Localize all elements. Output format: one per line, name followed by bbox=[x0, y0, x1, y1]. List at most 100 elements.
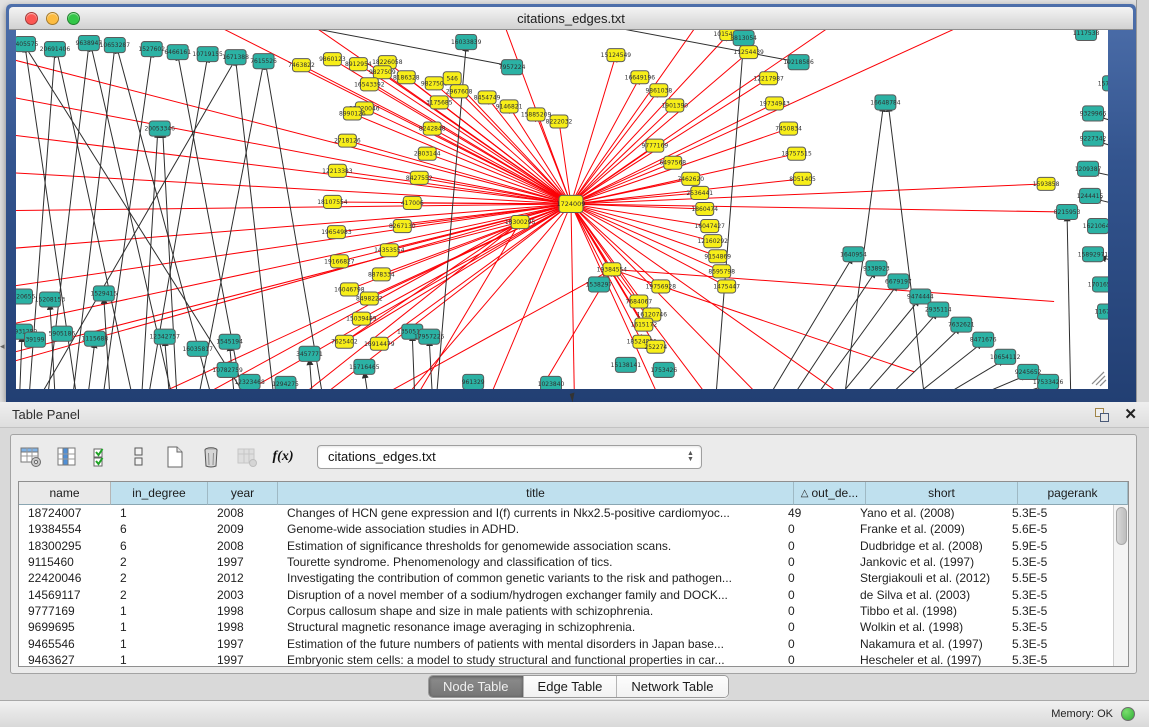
graph-node[interactable] bbox=[1088, 219, 1108, 234]
column-header-year[interactable]: year bbox=[208, 482, 278, 505]
graph-node[interactable] bbox=[78, 36, 99, 51]
table-row[interactable]: 946362711997Embryonic stem cells: a mode… bbox=[19, 652, 1113, 667]
graph-node[interactable] bbox=[691, 186, 709, 199]
network-canvas[interactable]: 9860123891295418226058982750981863281654… bbox=[16, 30, 1108, 389]
graph-node[interactable] bbox=[84, 331, 105, 346]
graph-node[interactable] bbox=[766, 97, 784, 110]
graph-node[interactable] bbox=[219, 334, 240, 349]
graph-node[interactable] bbox=[794, 172, 812, 185]
graph-node[interactable] bbox=[733, 31, 754, 46]
column-header-in-degree[interactable]: in_degree bbox=[111, 482, 208, 505]
graph-node[interactable] bbox=[354, 359, 375, 374]
close-panel-icon[interactable]: ✕ bbox=[1124, 405, 1137, 423]
graph-node[interactable] bbox=[607, 49, 625, 62]
table-mode-icon[interactable] bbox=[127, 444, 151, 470]
graph-node[interactable] bbox=[16, 289, 32, 304]
graph-node[interactable] bbox=[1083, 247, 1104, 262]
graph-node[interactable] bbox=[450, 85, 468, 98]
graph-node[interactable] bbox=[393, 220, 411, 233]
graph-node[interactable] bbox=[760, 72, 778, 85]
graph-node[interactable] bbox=[323, 195, 341, 208]
graph-node[interactable] bbox=[343, 107, 361, 120]
graph-node[interactable] bbox=[709, 250, 727, 263]
graph-node[interactable] bbox=[910, 289, 931, 304]
table-row[interactable]: 969969511998Structural magnetic resonanc… bbox=[19, 619, 1113, 635]
graph-node[interactable] bbox=[1038, 374, 1059, 389]
graph-node[interactable] bbox=[866, 261, 887, 276]
table-row[interactable]: 911546021997Tourette syndrome. Phenomeno… bbox=[19, 554, 1113, 570]
graph-node[interactable] bbox=[410, 171, 428, 184]
graph-node[interactable] bbox=[443, 72, 461, 85]
delete-column-icon[interactable] bbox=[199, 444, 223, 470]
graph-node[interactable] bbox=[187, 341, 208, 356]
graph-node[interactable] bbox=[682, 172, 700, 185]
graph-node[interactable] bbox=[788, 147, 806, 160]
graph-node[interactable] bbox=[478, 91, 496, 104]
graph-node[interactable] bbox=[370, 337, 388, 350]
network-view-window[interactable]: citations_edges.txt 98601238912954182260… bbox=[6, 4, 1136, 402]
graph-node[interactable] bbox=[502, 60, 523, 75]
graph-node[interactable] bbox=[275, 376, 296, 389]
column-visibility-icon[interactable] bbox=[55, 444, 79, 470]
graph-node[interactable] bbox=[372, 268, 390, 281]
graph-node[interactable] bbox=[788, 55, 809, 70]
table-row[interactable]: 1830029562008Estimation of significance … bbox=[19, 538, 1113, 554]
graph-node[interactable] bbox=[888, 274, 909, 289]
graph-node[interactable] bbox=[1083, 131, 1104, 146]
graph-node[interactable] bbox=[652, 280, 670, 293]
graph-node[interactable] bbox=[360, 292, 378, 305]
graph-node[interactable] bbox=[527, 108, 545, 121]
graph-node[interactable] bbox=[423, 122, 441, 135]
graph-node[interactable] bbox=[225, 50, 246, 65]
table-row[interactable]: 977716911998Corpus callosum shape and si… bbox=[19, 603, 1113, 619]
graph-node[interactable] bbox=[39, 292, 60, 307]
graph-node[interactable] bbox=[951, 317, 972, 332]
graph-node[interactable] bbox=[740, 46, 758, 59]
graph-node[interactable] bbox=[1093, 277, 1108, 292]
graph-node[interactable] bbox=[323, 53, 341, 66]
network-window-titlebar[interactable]: citations_edges.txt bbox=[9, 7, 1133, 30]
graph-node[interactable] bbox=[327, 226, 345, 239]
graph-node[interactable] bbox=[403, 196, 421, 209]
graph-node[interactable] bbox=[330, 255, 348, 268]
graph-node[interactable] bbox=[647, 340, 665, 353]
graph-node[interactable] bbox=[197, 47, 218, 62]
column-header-short[interactable]: short bbox=[866, 482, 1018, 505]
graph-node[interactable] bbox=[373, 66, 391, 79]
column-header-out-degree[interactable]: △ out_de... bbox=[794, 482, 866, 505]
graph-node[interactable] bbox=[141, 42, 162, 57]
graph-node[interactable] bbox=[430, 96, 448, 109]
graph-node[interactable] bbox=[299, 346, 320, 361]
table-row[interactable]: 1938455462009Genome-wide association stu… bbox=[19, 521, 1113, 537]
graph-node[interactable] bbox=[335, 335, 353, 348]
graph-node[interactable] bbox=[51, 326, 72, 341]
graph-node[interactable] bbox=[646, 139, 664, 152]
graph-node[interactable] bbox=[559, 195, 583, 212]
table-scrollbar-thumb[interactable] bbox=[1116, 507, 1127, 545]
graph-node[interactable] bbox=[1103, 76, 1108, 91]
graph-node[interactable] bbox=[93, 286, 114, 301]
graph-node[interactable] bbox=[1057, 204, 1078, 219]
graph-node[interactable] bbox=[635, 318, 653, 331]
graph-node[interactable] bbox=[603, 263, 621, 276]
row-selection-icon[interactable] bbox=[91, 444, 115, 470]
graph-node[interactable] bbox=[425, 77, 443, 90]
graph-node[interactable] bbox=[664, 156, 682, 169]
graph-node[interactable] bbox=[875, 95, 896, 110]
graph-node[interactable] bbox=[630, 295, 648, 308]
graph-node[interactable] bbox=[154, 329, 175, 344]
graph-node[interactable] bbox=[696, 202, 714, 215]
graph-node[interactable] bbox=[718, 280, 736, 293]
graph-node[interactable] bbox=[1083, 106, 1104, 121]
tab-network-table[interactable]: Network Table bbox=[617, 676, 727, 697]
graph-node[interactable] bbox=[1080, 188, 1101, 203]
graph-node[interactable] bbox=[104, 38, 125, 53]
graph-node[interactable] bbox=[500, 100, 518, 113]
column-header-pagerank[interactable]: pagerank bbox=[1018, 482, 1128, 505]
graph-node[interactable] bbox=[615, 357, 636, 372]
graph-node[interactable] bbox=[588, 277, 609, 292]
resize-grip-icon[interactable] bbox=[1092, 372, 1106, 386]
graph-node[interactable] bbox=[973, 332, 994, 347]
column-header-name[interactable]: name bbox=[19, 482, 111, 505]
graph-node[interactable] bbox=[352, 312, 370, 325]
